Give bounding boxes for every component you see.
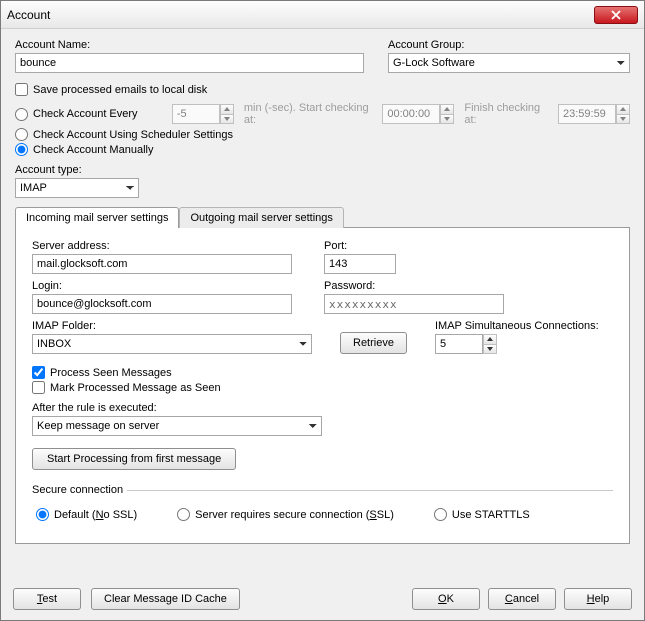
chevron-up-icon[interactable] — [220, 104, 234, 114]
ssl-default-radiobtn[interactable] — [36, 508, 49, 521]
retrieve-button[interactable]: Retrieve — [340, 332, 407, 354]
help-button[interactable]: Help — [564, 588, 632, 610]
chevron-down-icon[interactable] — [483, 344, 497, 355]
after-rule-select[interactable]: Keep message on server — [32, 416, 322, 436]
start-time-spin-buttons[interactable] — [440, 104, 454, 124]
window-title: Account — [7, 8, 594, 22]
interval-spin-buttons[interactable] — [220, 104, 234, 124]
ok-button[interactable]: OK — [412, 588, 480, 610]
dialog-footer: Test Clear Message ID Cache OK Cancel He… — [1, 582, 644, 610]
check-scheduler-radiobtn[interactable] — [15, 128, 28, 141]
connections-spin-buttons[interactable] — [483, 334, 497, 354]
login-input[interactable] — [32, 294, 292, 314]
save-local-checkbox[interactable] — [15, 83, 28, 96]
imap-folder-select[interactable]: INBOX — [32, 334, 312, 354]
password-label: Password: — [324, 280, 504, 292]
finish-time-spin-buttons[interactable] — [616, 104, 630, 124]
ssl-starttls-radio[interactable]: Use STARTTLS — [434, 508, 530, 521]
account-group-label: Account Group: — [388, 39, 630, 51]
mark-seen-label: Mark Processed Message as Seen — [50, 382, 221, 394]
password-input[interactable] — [324, 294, 504, 314]
start-processing-button[interactable]: Start Processing from first message — [32, 448, 236, 470]
server-address-label: Server address: — [32, 240, 292, 252]
port-label: Port: — [324, 240, 396, 252]
ssl-starttls-radiobtn[interactable] — [434, 508, 447, 521]
ssl-required-radio[interactable]: Server requires secure connection (SSL) — [177, 508, 394, 521]
ssl-default-label: Default (No SSL) — [54, 509, 137, 521]
chevron-down-icon[interactable] — [616, 114, 630, 125]
process-seen-check[interactable]: Process Seen Messages — [32, 366, 613, 379]
check-manual-radiobtn[interactable] — [15, 143, 28, 156]
account-dialog: Account Account Name: Account Group: G-L… — [0, 0, 645, 621]
account-name-input[interactable] — [15, 53, 364, 73]
chevron-down-icon[interactable] — [220, 114, 234, 125]
finish-time-label: Finish checking at: — [464, 102, 548, 126]
connections-spinner[interactable] — [435, 334, 599, 354]
test-button[interactable]: Test — [13, 588, 81, 610]
close-button[interactable] — [594, 6, 638, 24]
check-manual-label: Check Account Manually — [33, 144, 153, 156]
incoming-panel: Server address: Port: Login: Password: — [15, 227, 630, 544]
save-local-label: Save processed emails to local disk — [33, 84, 207, 96]
chevron-up-icon[interactable] — [483, 334, 497, 344]
secure-legend: Secure connection — [32, 484, 127, 496]
account-type-label: Account type: — [15, 164, 139, 176]
content-area: Account Name: Account Group: G-Lock Soft… — [1, 29, 644, 556]
ssl-required-radiobtn[interactable] — [177, 508, 190, 521]
check-every-label: Check Account Every — [33, 108, 138, 120]
check-every-radio[interactable]: Check Account Every — [15, 108, 162, 121]
tab-outgoing[interactable]: Outgoing mail server settings — [179, 207, 343, 228]
close-icon — [611, 10, 621, 20]
connections-input[interactable] — [435, 334, 483, 354]
finish-time-spinner[interactable] — [558, 104, 630, 124]
check-scheduler-radio[interactable]: Check Account Using Scheduler Settings — [15, 128, 630, 141]
mark-seen-checkbox[interactable] — [32, 381, 45, 394]
check-manual-radio[interactable]: Check Account Manually — [15, 143, 630, 156]
account-type-select[interactable]: IMAP — [15, 178, 139, 198]
interval-spinner[interactable] — [172, 104, 234, 124]
chevron-up-icon[interactable] — [440, 104, 454, 114]
interval-unit-label: min (-sec). Start checking at: — [244, 102, 373, 126]
save-local-check[interactable]: Save processed emails to local disk — [15, 83, 630, 96]
process-seen-label: Process Seen Messages — [50, 367, 172, 379]
finish-time-input[interactable] — [558, 104, 616, 124]
secure-connection-group: Secure connection Default (No SSL) Serve… — [32, 484, 613, 525]
login-label: Login: — [32, 280, 292, 292]
start-time-input[interactable] — [382, 104, 440, 124]
tab-incoming[interactable]: Incoming mail server settings — [15, 207, 179, 228]
interval-input[interactable] — [172, 104, 220, 124]
titlebar: Account — [1, 1, 644, 29]
start-time-spinner[interactable] — [382, 104, 454, 124]
connections-label: IMAP Simultaneous Connections: — [435, 320, 599, 332]
port-input[interactable] — [324, 254, 396, 274]
chevron-up-icon[interactable] — [616, 104, 630, 114]
process-seen-checkbox[interactable] — [32, 366, 45, 379]
server-address-input[interactable] — [32, 254, 292, 274]
ssl-starttls-label: Use STARTTLS — [452, 509, 530, 521]
clear-cache-button[interactable]: Clear Message ID Cache — [91, 588, 240, 610]
account-name-label: Account Name: — [15, 39, 364, 51]
imap-folder-label: IMAP Folder: — [32, 320, 312, 332]
check-scheduler-label: Check Account Using Scheduler Settings — [33, 129, 233, 141]
cancel-button[interactable]: Cancel — [488, 588, 556, 610]
account-group-select[interactable]: G-Lock Software — [388, 53, 630, 73]
ssl-required-label: Server requires secure connection (SSL) — [195, 509, 394, 521]
ssl-default-radio[interactable]: Default (No SSL) — [36, 508, 137, 521]
chevron-down-icon[interactable] — [440, 114, 454, 125]
check-every-radiobtn[interactable] — [15, 108, 28, 121]
mark-seen-check[interactable]: Mark Processed Message as Seen — [32, 381, 613, 394]
after-rule-label: After the rule is executed: — [32, 402, 322, 414]
tab-strip: Incoming mail server settings Outgoing m… — [15, 206, 630, 227]
